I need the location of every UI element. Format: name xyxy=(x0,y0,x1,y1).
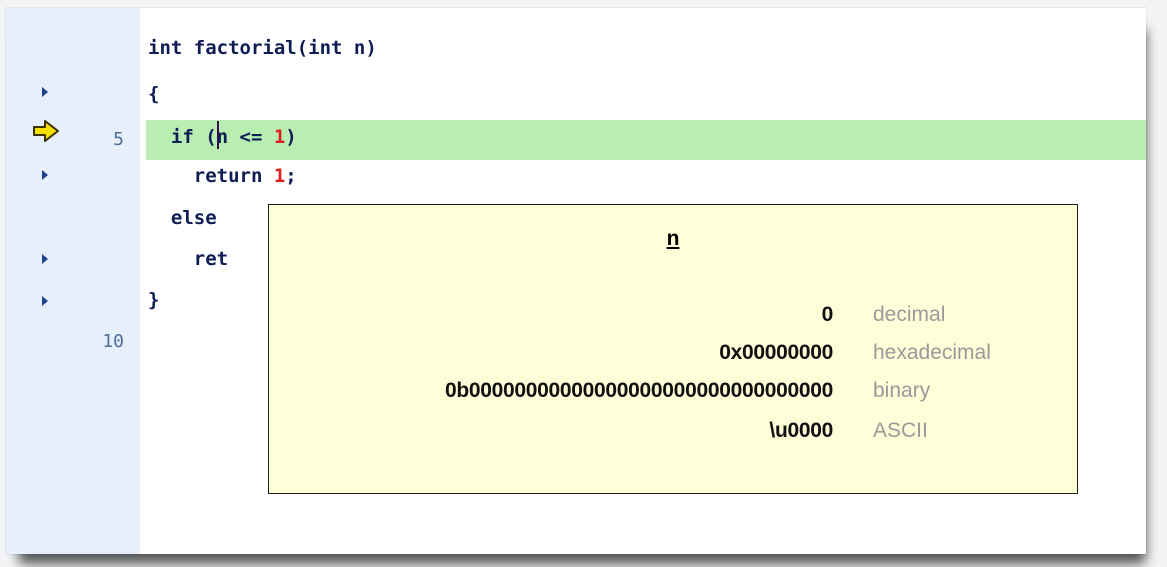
breakpoint-marker-icon[interactable] xyxy=(42,296,48,306)
format-label-ascii: ASCII xyxy=(873,419,928,442)
line-number-5: 5 xyxy=(113,129,124,150)
breakpoint-marker-icon[interactable] xyxy=(42,87,48,97)
value-decimal[interactable]: 0 xyxy=(822,303,834,327)
format-label-hexadecimal: hexadecimal xyxy=(873,341,991,364)
number-literal: 1 xyxy=(273,126,286,148)
tooltip-variable-name: n xyxy=(666,227,680,250)
value-binary[interactable]: 0b00000000000000000000000000000000 xyxy=(445,379,833,403)
breakpoint-marker-icon[interactable] xyxy=(42,254,48,264)
code-semicolon: ; xyxy=(285,165,297,187)
value-hexadecimal[interactable]: 0x00000000 xyxy=(719,341,833,365)
code-if-prefix: if ( xyxy=(148,126,217,148)
code-line-return-1[interactable]: return 1; xyxy=(148,164,297,188)
variable-value-tooltip[interactable]: n 0 decimal 0x00000000 hexadecimal 0b000… xyxy=(268,204,1078,494)
code-line-open-brace[interactable]: { xyxy=(148,82,159,106)
code-line-else[interactable]: else xyxy=(148,206,217,230)
code-line-close-brace[interactable]: } xyxy=(148,288,159,312)
value-row-binary: 0b00000000000000000000000000000000 binar… xyxy=(269,379,1077,417)
value-ascii[interactable]: \u0000 xyxy=(769,419,833,443)
value-row-hexadecimal: 0x00000000 hexadecimal xyxy=(269,341,1077,379)
breakpoint-marker-icon[interactable] xyxy=(42,170,48,180)
line-number-10: 10 xyxy=(102,331,124,352)
code-line-return-recursive[interactable]: ret xyxy=(148,247,228,271)
value-row-ascii: \u0000 ASCII xyxy=(269,419,1077,457)
execution-pointer-icon xyxy=(33,120,59,142)
code-return-keyword: return xyxy=(148,165,274,187)
format-label-binary: binary xyxy=(873,379,931,402)
editor-gutter[interactable]: 5 10 xyxy=(6,8,140,554)
number-literal: 1 xyxy=(273,165,286,187)
code-if-condition: n <= xyxy=(216,126,274,148)
code-if-close: ) xyxy=(285,126,297,148)
code-line-function-signature[interactable]: int factorial(int n) xyxy=(148,36,377,60)
code-line-if[interactable]: if (n <= 1) xyxy=(148,121,297,149)
value-row-decimal: 0 decimal xyxy=(269,303,1077,341)
format-label-decimal: decimal xyxy=(873,303,946,326)
